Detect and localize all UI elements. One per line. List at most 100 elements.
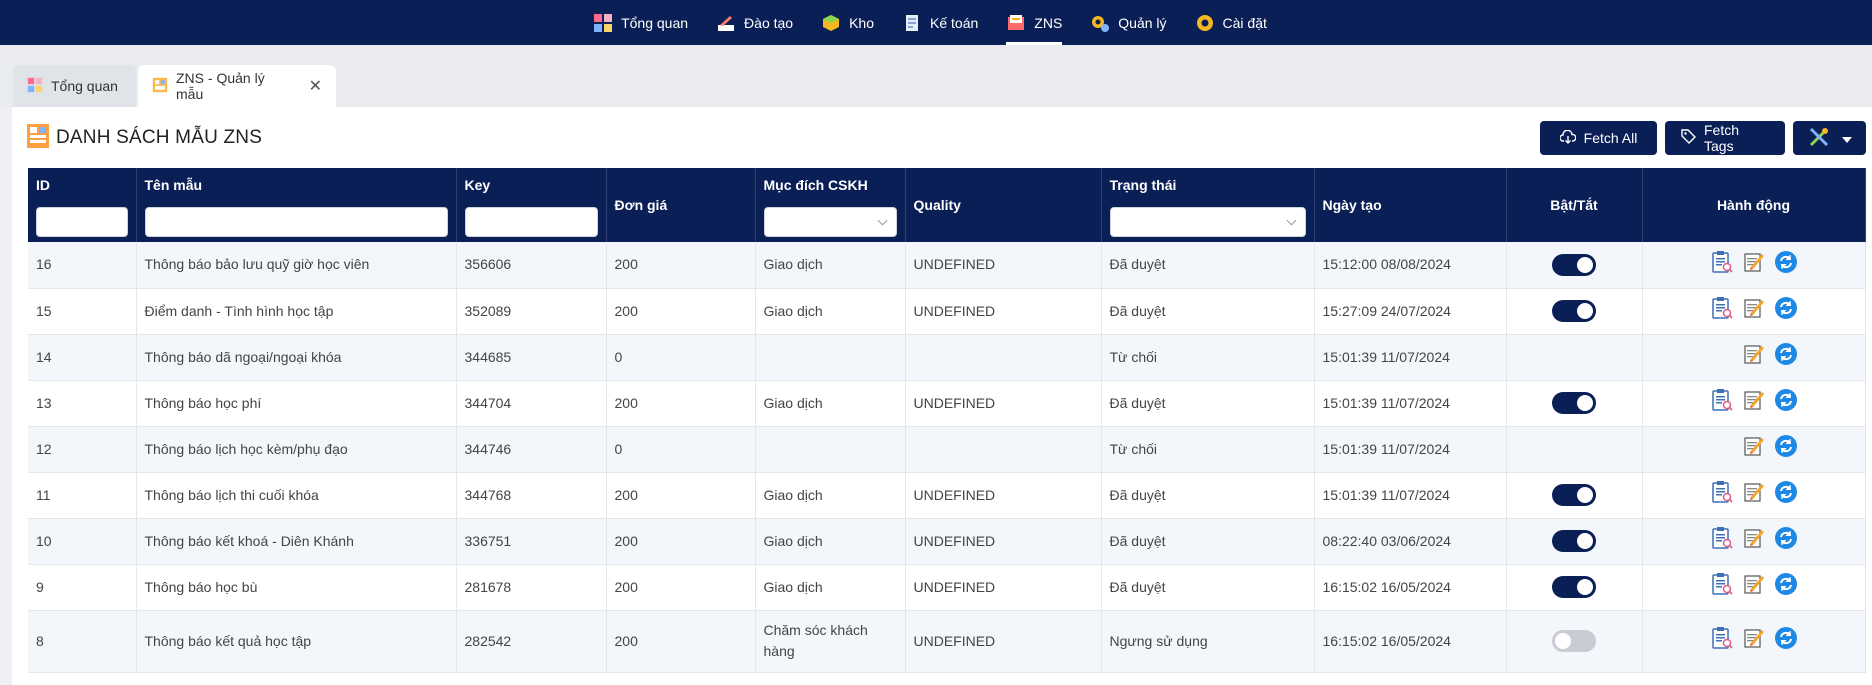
enable-toggle[interactable] [1552, 253, 1596, 276]
refresh-icon[interactable] [1774, 626, 1798, 650]
header-key: Key [456, 168, 607, 202]
nav-item-label: Quản lý [1118, 14, 1167, 31]
cell-status: Đã duyệt [1101, 288, 1315, 335]
cell-quality: UNDEFINED [905, 610, 1102, 673]
enable-toggle[interactable] [1552, 576, 1596, 599]
edit-icon[interactable] [1742, 250, 1766, 274]
nav-item-tong-quan[interactable]: Tổng quan [579, 0, 702, 45]
refresh-icon[interactable] [1774, 526, 1798, 550]
cell-name: Thông báo bảo lưu quỹ giờ học viên [136, 242, 457, 289]
tools-icon [1808, 126, 1830, 151]
refresh-icon[interactable] [1774, 296, 1798, 320]
fetch-all-button[interactable]: Fetch All [1540, 121, 1657, 155]
cell-key: 281678 [456, 564, 607, 611]
preview-icon[interactable] [1710, 572, 1734, 596]
template-list-icon [26, 123, 50, 152]
edit-icon[interactable] [1742, 526, 1766, 550]
edit-icon[interactable] [1742, 388, 1766, 412]
cell-actions [1642, 242, 1866, 289]
refresh-icon[interactable] [1774, 572, 1798, 596]
tab-label: Tổng quan [51, 78, 118, 94]
cell-created: 15:27:09 24/07/2024 [1314, 288, 1507, 335]
nav-item-quan-ly[interactable]: Quản lý [1076, 0, 1180, 45]
cell-id: 15 [28, 288, 137, 335]
cell-quality [905, 426, 1102, 473]
enable-toggle[interactable] [1552, 300, 1596, 323]
fetch-tags-button[interactable]: Fetch Tags [1665, 121, 1785, 155]
cell-toggle [1506, 242, 1643, 289]
table-row[interactable]: 8 Thông báo kết quả học tập 282542 200 Chăm … [28, 610, 1866, 673]
edit-icon[interactable] [1742, 626, 1766, 650]
row-actions [1651, 572, 1857, 596]
nav-item-zns[interactable]: ZNS [992, 0, 1076, 45]
table-row[interactable]: 16 Thông báo bảo lưu quỹ giờ học viên 3566… [28, 242, 1866, 289]
preview-icon[interactable] [1710, 480, 1734, 504]
refresh-icon[interactable] [1774, 250, 1798, 274]
filter-id-input[interactable] [36, 207, 128, 237]
cell-quality: UNDEFINED [905, 380, 1102, 427]
cell-quality: UNDEFINED [905, 472, 1102, 519]
nav-item-cai-dat[interactable]: Cài đặt [1181, 0, 1281, 45]
refresh-icon[interactable] [1774, 388, 1798, 412]
cell-toggle [1506, 380, 1643, 427]
preview-icon[interactable] [1710, 526, 1734, 550]
tab-zns-quan-ly-mau[interactable]: ZNS - Quản lý mẫu ✕ [138, 65, 336, 107]
edit-icon[interactable] [1742, 434, 1766, 458]
cell-key: 352089 [456, 288, 607, 335]
accounting-icon [902, 13, 922, 33]
nav-item-ke-toan[interactable]: Kế toán [888, 0, 992, 45]
header-actions: Hành động [1642, 168, 1866, 242]
toggle-knob [1577, 579, 1593, 596]
edit-icon[interactable] [1742, 572, 1766, 596]
main-content: DANH SÁCH MẪU ZNS Fetch All Fetch Tags I… [12, 107, 1872, 685]
dashboard-icon [593, 13, 613, 33]
close-icon[interactable]: ✕ [309, 76, 322, 96]
tools-dropdown-button[interactable] [1793, 121, 1866, 155]
preview-icon[interactable] [1710, 296, 1734, 320]
edit-icon[interactable] [1742, 342, 1766, 366]
cell-price: 200 [606, 518, 756, 565]
table-row[interactable]: 14 Thông báo dã ngoại/ngoại khóa 344685 0 Từ… [28, 334, 1866, 381]
edit-icon[interactable] [1742, 480, 1766, 504]
cell-status: Từ chối [1101, 426, 1315, 473]
refresh-icon[interactable] [1774, 434, 1798, 458]
cell-actions [1642, 564, 1866, 611]
refresh-icon[interactable] [1774, 480, 1798, 504]
table-row[interactable]: 11 Thông báo lịch thi cuối khóa 344768 200 G… [28, 472, 1866, 519]
cell-created: 15:01:39 11/07/2024 [1314, 380, 1507, 427]
header-price: Đơn giá [606, 168, 756, 242]
preview-icon[interactable] [1710, 388, 1734, 412]
preview-icon[interactable] [1710, 250, 1734, 274]
table-row[interactable]: 13 Thông báo học phí 344704 200 Giao dịch UND… [28, 380, 1866, 427]
nav-item-kho[interactable]: Kho [807, 0, 888, 45]
table-row[interactable]: 10 Thông báo kết khoá - Diên Khánh 336751 2… [28, 518, 1866, 565]
cell-toggle [1506, 518, 1643, 565]
enable-toggle[interactable] [1552, 392, 1596, 415]
filter-purpose-select[interactable] [763, 207, 897, 237]
cell-quality: UNDEFINED [905, 242, 1102, 289]
enable-toggle[interactable] [1552, 530, 1596, 553]
enable-toggle[interactable] [1552, 630, 1596, 653]
filter-name-input[interactable] [144, 207, 448, 237]
table-row[interactable]: 15 Điểm danh - Tình hình học tập 352089 200… [28, 288, 1866, 335]
cell-quality [905, 334, 1102, 381]
edit-icon[interactable] [1742, 296, 1766, 320]
enable-toggle[interactable] [1552, 484, 1596, 507]
cell-id: 14 [28, 334, 137, 381]
cell-name: Thông báo lịch thi cuối khóa [136, 472, 457, 519]
filter-status-select[interactable] [1109, 207, 1306, 237]
cell-status: Từ chối [1101, 334, 1315, 381]
refresh-icon[interactable] [1774, 342, 1798, 366]
tab-tong-quan[interactable]: Tổng quan [13, 65, 136, 107]
row-actions [1651, 296, 1857, 320]
toggle-knob [1577, 487, 1593, 504]
header-name: Tên mẫu [136, 168, 457, 202]
table-row[interactable]: 9 Thông báo học bù 281678 200 Giao dịch UNDEF… [28, 564, 1866, 611]
filter-key-input[interactable] [464, 207, 598, 237]
table-row[interactable]: 12 Thông báo lịch học kèm/phụ đạo 344746 0 T… [28, 426, 1866, 473]
row-actions [1651, 250, 1857, 274]
cell-purpose: Chăm sóc khách hàng [755, 610, 906, 673]
nav-item-dao-tao[interactable]: Đào tạo [702, 0, 807, 45]
preview-icon[interactable] [1710, 626, 1734, 650]
cell-name: Thông báo kết quả học tập [136, 610, 457, 673]
